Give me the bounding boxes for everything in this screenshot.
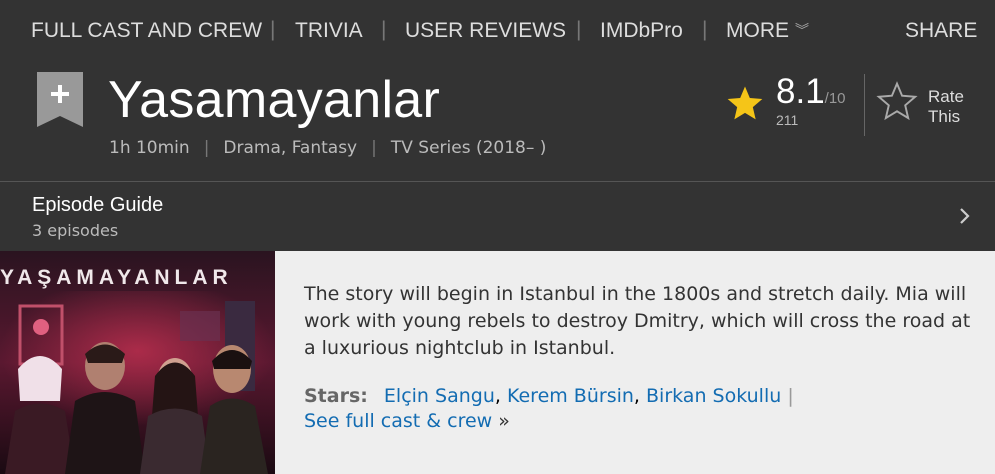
rating-divider (864, 74, 865, 136)
rating-value-block: 8.1/10 (776, 72, 846, 112)
nav-separator: | (381, 18, 387, 41)
nav-separator: | (270, 18, 276, 41)
page-title: Yasamayanlar (108, 71, 441, 129)
nav-trivia-link[interactable]: TRIVIA (295, 19, 363, 43)
series-type-link[interactable]: TV Series (2018– ) (391, 138, 547, 158)
title-meta: 1h 10min | Drama, Fantasy | TV Series (2018–… (109, 138, 546, 158)
nav-separator: | (576, 18, 582, 41)
nav-separator: | (702, 18, 708, 41)
star-link[interactable]: Kerem Bürsin (507, 385, 634, 407)
poster-image[interactable]: YAŞAMAYANLAR (0, 251, 275, 474)
runtime: 1h 10min (109, 138, 190, 158)
star-comma: , (494, 385, 507, 407)
see-full-cast: See full cast & crew » (304, 410, 510, 432)
star-comma: , (633, 385, 647, 407)
rating-max: /10 (824, 90, 846, 107)
see-full-cast-link[interactable]: See full cast & crew (304, 410, 492, 432)
episode-guide-row[interactable]: Episode Guide 3 episodes (0, 181, 995, 251)
genres-link[interactable]: Drama, Fantasy (223, 138, 357, 158)
stars-separator: | (787, 385, 794, 407)
plot-summary: The story will begin in Istanbul in the … (304, 283, 971, 359)
rating-value: 8.1 (776, 72, 825, 111)
rating-count[interactable]: 211 (776, 112, 798, 128)
rating-star-icon (727, 86, 763, 120)
poster-artwork: YAŞAMAYANLAR (0, 251, 275, 474)
rate-this-star-outline-icon[interactable] (875, 81, 919, 123)
nav-share-button[interactable]: SHARE (905, 19, 977, 43)
stars-credit: Stars: Elçin Sangu, Kerem Bürsin, Birkan… (304, 385, 794, 407)
meta-separator: | (371, 138, 377, 158)
nav-full-cast-link[interactable]: FULL CAST AND CREW (31, 19, 262, 43)
add-to-watchlist-bookmark-icon[interactable] (37, 72, 83, 127)
chevron-right-icon (960, 208, 970, 224)
star-link[interactable]: Birkan Sokullu (646, 385, 781, 407)
poster-title-text: YAŞAMAYANLAR (0, 266, 233, 289)
stars-label: Stars: (304, 385, 368, 407)
episode-count: 3 episodes (32, 221, 119, 240)
meta-separator: | (203, 138, 210, 158)
episode-guide-title: Episode Guide (32, 194, 164, 216)
rate-this-line1: Rate (928, 87, 964, 106)
nav-imdbpro-link[interactable]: IMDbPro (600, 19, 683, 43)
star-link[interactable]: Elçin Sangu (384, 385, 495, 407)
nav-more-menu[interactable]: MORE ︾ (726, 19, 809, 43)
nav-user-reviews-link[interactable]: USER REVIEWS (405, 19, 566, 43)
see-full-cast-arrow: » (498, 410, 510, 432)
nav-more-label: MORE (726, 19, 789, 42)
title-nav-bar: FULL CAST AND CREW | TRIVIA | USER REVIE… (0, 0, 995, 62)
double-chevron-down-icon: ︾ (795, 22, 809, 38)
rate-this-button[interactable]: Rate This (928, 87, 964, 127)
rate-this-line2: This (928, 107, 961, 126)
